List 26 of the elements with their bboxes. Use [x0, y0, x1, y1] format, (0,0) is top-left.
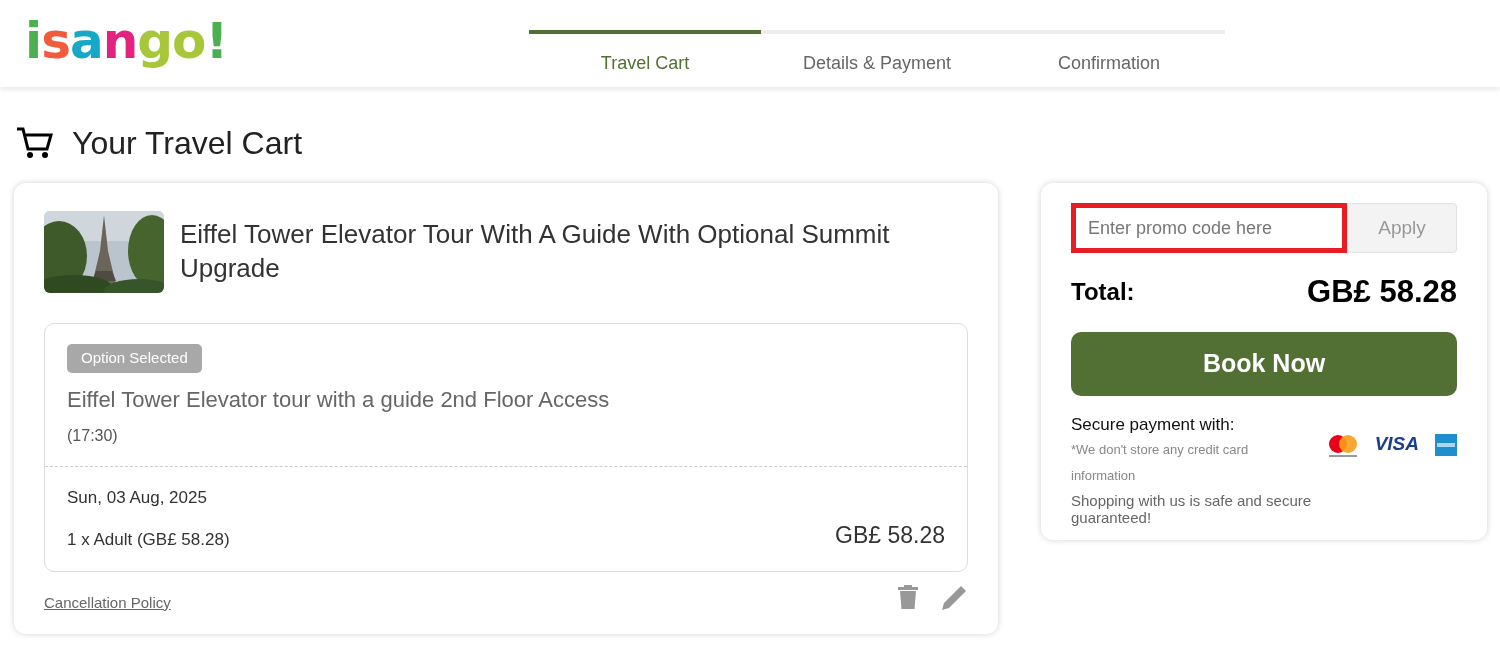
page-title: Your Travel Cart [72, 124, 303, 163]
cart-icon [16, 126, 54, 160]
step-tab[interactable]: Details & Payment [761, 30, 993, 77]
safety-note: Shopping with us is safe and secure guaranteed! [1071, 493, 1313, 526]
item-price: GB£ 58.28 [835, 521, 945, 550]
visa-logo: VISA [1374, 433, 1419, 453]
book-now-button[interactable]: Book Now [1071, 331, 1457, 396]
total-label: Total: [1071, 277, 1135, 308]
promo-code-field[interactable]: Enter promo code here [1071, 203, 1347, 253]
cancellation-link[interactable]: Cancellation Policy [44, 591, 171, 614]
option-name: Eiffel Tower Elevator tour with a guide 2nd Floor Access [67, 385, 611, 414]
trash-icon[interactable] [898, 584, 918, 609]
pencil-icon[interactable] [942, 583, 968, 610]
storage-note: *We don't store any credit card information [1071, 441, 1250, 485]
option-badge: Option Selected [67, 344, 202, 373]
secure-payment-label: Secure payment with: [1071, 413, 1236, 436]
ticket-line: 1 x Adult (GB£ 58.28) [67, 529, 230, 551]
tour-date: Sun, 03 Aug, 2025 [67, 486, 208, 509]
total-price: GB£ 58.28 [1307, 273, 1457, 311]
step-tab[interactable]: Confirmation [993, 30, 1225, 77]
amex-card-icon [1435, 433, 1457, 456]
isango-logo[interactable]: isango! [25, 16, 228, 66]
tour-title[interactable]: Eiffel Tower Elevator Tour With A Guide With Optional Summit Upgrade [180, 218, 968, 286]
mastercard-icon [1326, 433, 1359, 458]
option-time: (17:30) [67, 425, 119, 446]
step-tab[interactable]: Travel Cart [529, 30, 761, 77]
